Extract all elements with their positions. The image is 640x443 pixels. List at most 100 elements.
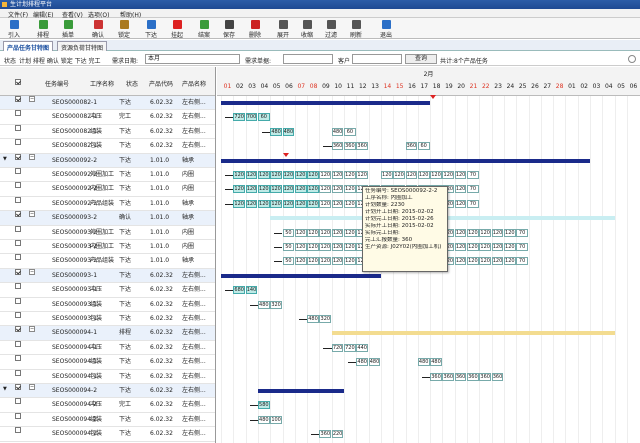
table-row[interactable]: SEOS000093-2 内圈加工 下达 1.01.0 内圈	[0, 240, 215, 255]
table-row[interactable]: SEOS000094-2 包装 下达 6.02.32 左右侧...	[0, 427, 215, 442]
operation-cell[interactable]: 120	[307, 243, 319, 251]
table-row[interactable]: SEOS000094-1 组装 下达 6.02.32 左右侧...	[0, 355, 215, 370]
col-product-code[interactable]: 产品代码	[149, 79, 173, 88]
operation-cell[interactable]: 480	[307, 315, 319, 323]
row-checkbox[interactable]	[15, 398, 21, 405]
operation-cell[interactable]: 360	[442, 372, 455, 381]
row-checkbox[interactable]	[15, 240, 21, 246]
operation-cell[interactable]: 480	[356, 358, 369, 367]
operation-cell[interactable]: 120	[294, 185, 307, 194]
operation-cell[interactable]: 480	[257, 415, 270, 424]
operation-cell[interactable]: 120	[467, 243, 479, 251]
filter-button[interactable]: 过滤	[320, 19, 342, 39]
lock-button[interactable]: 锁定	[113, 19, 135, 39]
summary-bar[interactable]	[221, 273, 381, 278]
row-checkbox[interactable]	[15, 412, 21, 419]
table-row[interactable]: SEOS000094-1 包装 下达 6.02.32 左右侧...	[0, 369, 215, 384]
table-row[interactable]: SEOS000093-1 包装 下达 6.02.32 左右侧...	[0, 312, 215, 327]
table-row[interactable]: SEOS000082-1 包装 下达 6.02.32 左右侧...	[0, 139, 215, 154]
operation-cell[interactable]: 360	[356, 142, 369, 151]
operation-cell[interactable]: 120	[257, 171, 270, 179]
operation-cell[interactable]: 360	[319, 430, 332, 439]
operation-cell[interactable]: 700	[245, 113, 258, 122]
operation-cell[interactable]: 120	[319, 228, 332, 237]
table-row[interactable]: − SEOS000094-1 排程 6.02.32 左右侧...	[0, 326, 215, 341]
operation-cell[interactable]: 120	[454, 199, 467, 208]
operation-cell[interactable]: 120	[454, 228, 467, 237]
row-checkbox[interactable]	[15, 340, 21, 347]
operation-cell[interactable]: 120	[454, 185, 467, 194]
row-checkbox[interactable]	[15, 312, 21, 318]
operation-cell[interactable]: 320	[319, 315, 332, 323]
row-checkbox[interactable]	[15, 254, 21, 261]
operation-cell[interactable]: 70	[467, 199, 479, 208]
operation-cell[interactable]: 120	[331, 243, 344, 251]
operation-cell[interactable]: 120	[454, 171, 467, 179]
operation-cell[interactable]: 120	[430, 171, 442, 179]
expand-toggle-icon[interactable]: −	[29, 211, 35, 218]
operation-cell[interactable]: 50	[282, 228, 295, 237]
table-row[interactable]: SEOS000093-2 外圈加工 下达 1.01.0 内圈	[0, 225, 215, 240]
release-button[interactable]: 下达	[140, 19, 162, 39]
operation-cell[interactable]: 360	[491, 372, 504, 381]
row-checkbox[interactable]	[15, 110, 21, 117]
row-checkbox[interactable]	[15, 168, 21, 174]
col-status[interactable]: 状态	[126, 79, 138, 88]
operation-cell[interactable]: 120	[491, 228, 504, 237]
table-row[interactable]: SEOS000082-1 冲压 完工 6.02.32 左右侧...	[0, 110, 215, 125]
table-row[interactable]: − ▼ SEOS000092-2 下达 1.01.0 轴承	[0, 153, 215, 168]
operation-cell[interactable]: 120	[503, 257, 516, 266]
operation-cell[interactable]: 120	[467, 228, 479, 237]
row-checkbox[interactable]	[15, 124, 21, 131]
operation-cell[interactable]: 120	[344, 171, 356, 179]
expand-toggle-icon[interactable]: −	[29, 384, 35, 390]
operation-cell[interactable]: 120	[245, 171, 258, 179]
summary-bar[interactable]	[257, 389, 344, 393]
operation-cell[interactable]: 50	[282, 257, 295, 266]
expand-toggle-icon[interactable]: −	[29, 326, 35, 333]
operation-cell[interactable]: 120	[294, 199, 307, 208]
operation-cell[interactable]: 120	[294, 243, 307, 251]
operation-cell[interactable]: 120	[319, 243, 332, 251]
operation-cell[interactable]: 120	[344, 199, 356, 208]
table-row[interactable]: SEOS000082-1 组装 下达 6.02.32 左右侧...	[0, 124, 215, 140]
operation-cell[interactable]: 360	[467, 372, 479, 381]
operation-cell[interactable]: 440	[356, 343, 369, 352]
import-button[interactable]: 引入	[3, 19, 25, 39]
settings-icon[interactable]	[628, 55, 636, 63]
operation-cell[interactable]: 120	[319, 199, 332, 208]
operation-cell[interactable]: 120	[294, 257, 307, 266]
operation-cell[interactable]: 120	[307, 257, 319, 266]
operation-cell[interactable]: 70	[516, 228, 528, 237]
operation-cell[interactable]: 120	[319, 185, 332, 194]
operation-cell[interactable]: 120	[307, 171, 319, 179]
table-row[interactable]: SEOS000092-2 外圈加工 下达 1.01.0 内圈	[0, 168, 215, 183]
col-task-id[interactable]: 任务编号	[45, 79, 69, 88]
operation-cell[interactable]: 480	[417, 358, 430, 367]
operation-cell[interactable]: 720	[233, 113, 246, 122]
collapse-button[interactable]: 收缩	[296, 19, 318, 39]
suspend-button[interactable]: 挂起	[166, 19, 188, 39]
row-checkbox[interactable]	[15, 369, 21, 376]
tab-product-gantt[interactable]: 产品任务甘特图	[3, 41, 54, 52]
operation-cell[interactable]: 480	[430, 358, 442, 367]
table-row[interactable]: − SEOS000093-2 确认 1.01.0 轴承	[0, 211, 215, 226]
operation-cell[interactable]: 320	[270, 300, 282, 309]
operation-cell[interactable]: 140	[245, 286, 258, 295]
operation-cell[interactable]: 70	[467, 171, 479, 179]
operation-cell[interactable]: 120	[479, 243, 492, 251]
operation-cell[interactable]: 360	[430, 372, 442, 381]
confirm-button[interactable]: 确认	[87, 19, 109, 39]
select-all-checkbox[interactable]	[15, 79, 21, 85]
operation-cell[interactable]: 120	[331, 199, 344, 208]
operation-cell[interactable]: 120	[245, 199, 258, 208]
operation-cell[interactable]: 120	[491, 243, 504, 251]
operation-cell[interactable]: 220	[331, 430, 344, 439]
table-row[interactable]: SEOS000093-1 组装 下达 6.02.32 左右侧...	[0, 297, 215, 312]
operation-cell[interactable]: 60	[257, 113, 270, 122]
table-row[interactable]: SEOS000093-2 产品组装 下达 1.01.0 轴承	[0, 254, 215, 269]
table-row[interactable]: SEOS000093-1 冲压 下达 6.02.32 左右侧...	[0, 283, 215, 298]
row-checkbox[interactable]	[15, 225, 21, 232]
operation-cell[interactable]: 120	[307, 185, 319, 194]
row-checkbox[interactable]	[15, 196, 21, 203]
